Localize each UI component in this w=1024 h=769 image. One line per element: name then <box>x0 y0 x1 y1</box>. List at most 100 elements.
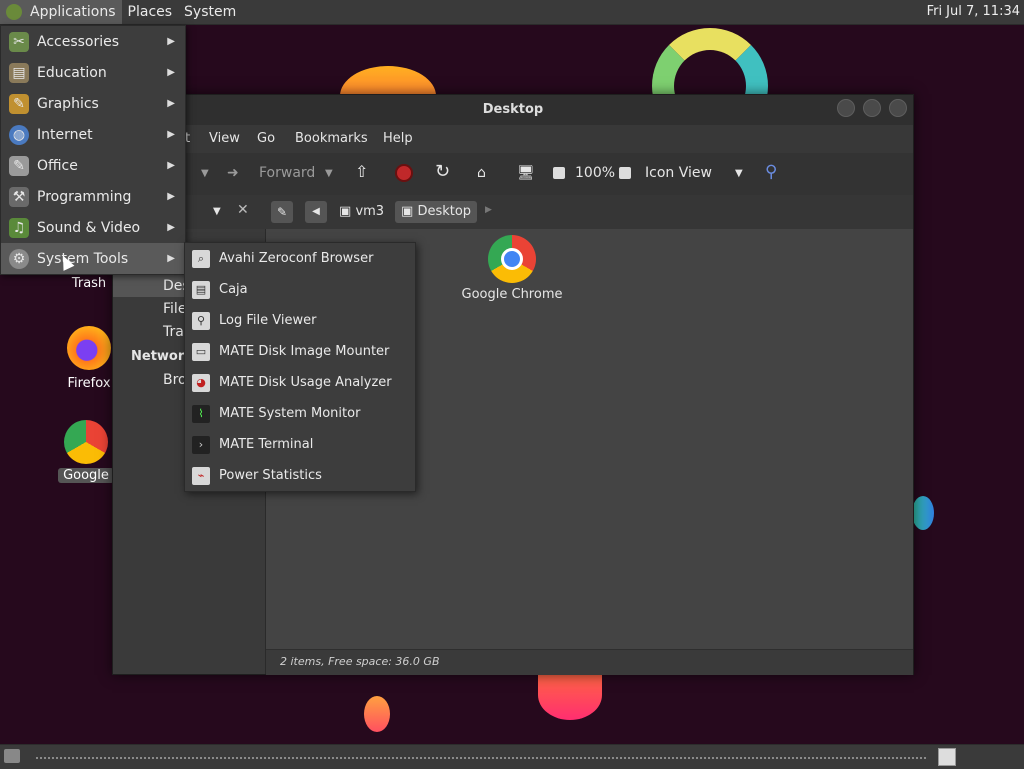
chrome-label: Google <box>58 468 114 483</box>
menu-bookmarks[interactable]: Bookmarks <box>295 131 368 146</box>
status-bar: 2 items, Free space: 36.0 GB <box>266 649 913 675</box>
submenu-item-disk-usage-analyzer[interactable]: ◕ MATE Disk Usage Analyzer <box>185 367 415 398</box>
submenu-item-disk-image-mounter[interactable]: ▭ MATE Disk Image Mounter <box>185 336 415 367</box>
breadcrumb-back-icon[interactable]: ◀ <box>305 201 327 223</box>
menu-item-office[interactable]: ✎ Office ▶ <box>1 150 185 181</box>
submenu-arrow-icon: ▶ <box>167 253 175 264</box>
log-viewer-label: Log File Viewer <box>219 313 317 328</box>
submenu-arrow-icon: ▶ <box>167 36 175 47</box>
file-item-google-chrome[interactable]: Google Chrome <box>452 235 572 302</box>
computer-icon[interactable]: 🖥 <box>517 165 535 181</box>
clock[interactable]: Fri Jul 7, 11:34 <box>927 0 1020 24</box>
avahi-label: Avahi Zeroconf Browser <box>219 251 374 266</box>
zoom-out-icon[interactable] <box>553 167 565 179</box>
graphics-label: Graphics <box>37 95 99 112</box>
system-tools-label: System Tools <box>37 250 129 267</box>
system-tools-submenu: ⌕ Avahi Zeroconf Browser ▤ Caja ⚲ Log Fi… <box>184 242 416 492</box>
terminal-label: MATE Terminal <box>219 437 314 452</box>
reload-icon[interactable]: ↻ <box>435 161 450 182</box>
location-bar: ▼ ✕ ✎ ◀ ▣ vm3 ▣ Desktop ▶ <box>113 195 913 229</box>
location-dropdown-icon[interactable]: ▼ <box>213 206 221 217</box>
menu-view[interactable]: View <box>209 131 240 146</box>
graphics-icon: ✎ <box>9 93 29 114</box>
menu-item-graphics[interactable]: ✎ Graphics ▶ <box>1 88 185 119</box>
trash-label: Trash <box>71 276 107 291</box>
submenu-item-terminal[interactable]: › MATE Terminal <box>185 429 415 460</box>
forward-button[interactable]: Forward <box>259 165 315 181</box>
breadcrumb-forward-icon[interactable]: ▶ <box>485 205 492 215</box>
menu-item-system-tools[interactable]: ⚙ System Tools ▶ <box>1 243 185 274</box>
show-desktop-icon[interactable] <box>4 749 20 763</box>
breadcrumb-vm3[interactable]: ▣ vm3 <box>333 201 390 223</box>
accessories-label: Accessories <box>37 33 120 50</box>
system-monitor-label: MATE System Monitor <box>219 406 361 421</box>
up-icon[interactable]: ⇧ <box>355 162 368 181</box>
caja-label: Caja <box>219 282 248 297</box>
stop-icon[interactable] <box>395 164 413 182</box>
office-label: Office <box>37 157 78 174</box>
places-menu-button[interactable]: Places <box>122 0 179 24</box>
menu-item-education[interactable]: ▤ Education ▶ <box>1 57 185 88</box>
submenu-item-power-statistics[interactable]: ⌁ Power Statistics <box>185 460 415 491</box>
menu-item-sound-video[interactable]: ♫ Sound & Video ▶ <box>1 212 185 243</box>
menu-go[interactable]: Go <box>257 131 275 146</box>
disk-image-icon: ▭ <box>192 342 210 361</box>
system-monitor-icon: ⌇ <box>192 404 210 423</box>
submenu-arrow-icon: ▶ <box>167 222 175 233</box>
menu-item-programming[interactable]: ⚒ Programming ▶ <box>1 181 185 212</box>
submenu-item-log-viewer[interactable]: ⚲ Log File Viewer <box>185 305 415 336</box>
home-icon[interactable]: ⌂ <box>477 165 486 181</box>
desktop-icon-firefox[interactable]: Firefox <box>60 326 118 391</box>
submenu-arrow-icon: ▶ <box>167 67 175 78</box>
desktop-folder-icon: ▣ <box>401 204 414 219</box>
zoom-in-icon[interactable] <box>619 167 631 179</box>
menu-item-internet[interactable]: ◍ Internet ▶ <box>1 119 185 150</box>
system-tools-icon: ⚙ <box>9 248 29 269</box>
bg-blue-blob <box>912 496 934 530</box>
minimize-button[interactable] <box>837 99 855 117</box>
sidebar-item-trash[interactable]: Tra <box>163 324 184 340</box>
power-statistics-icon: ⌁ <box>192 466 210 485</box>
close-button[interactable] <box>889 99 907 117</box>
sound-video-label: Sound & Video <box>37 219 141 236</box>
sound-video-icon: ♫ <box>9 217 29 238</box>
submenu-arrow-icon: ▶ <box>167 191 175 202</box>
close-location-icon[interactable]: ✕ <box>237 202 249 218</box>
applications-label: Applications <box>30 4 116 20</box>
submenu-item-caja[interactable]: ▤ Caja <box>185 274 415 305</box>
disk-usage-label: MATE Disk Usage Analyzer <box>219 375 392 390</box>
bg-pink-blob <box>538 670 602 720</box>
zoom-level[interactable]: 100% <box>575 165 615 181</box>
menu-item-accessories[interactable]: ✂ Accessories ▶ <box>1 26 185 57</box>
breadcrumb-desktop[interactable]: ▣ Desktop <box>395 201 478 223</box>
log-viewer-icon: ⚲ <box>192 311 210 330</box>
system-menu-button[interactable]: System <box>178 0 242 24</box>
taskbar[interactable] <box>36 757 926 759</box>
forward-arrow-icon[interactable]: ➜ <box>227 165 239 181</box>
maximize-button[interactable] <box>863 99 881 117</box>
view-mode-chevron-down-icon[interactable]: ▼ <box>735 168 743 179</box>
firefox-icon <box>67 326 111 370</box>
submenu-item-system-monitor[interactable]: ⌇ MATE System Monitor <box>185 398 415 429</box>
power-statistics-label: Power Statistics <box>219 468 322 483</box>
menu-help[interactable]: Help <box>383 131 413 146</box>
office-icon: ✎ <box>9 155 29 176</box>
bottom-panel <box>0 744 1024 769</box>
internet-icon: ◍ <box>9 124 29 145</box>
firefox-label: Firefox <box>67 376 111 391</box>
sidebar-item-filesystem[interactable]: File <box>163 301 186 317</box>
workspace-switcher[interactable] <box>938 748 956 766</box>
back-dropdown-arrow-icon[interactable]: ▼ <box>201 168 209 179</box>
desktop-icon-trash[interactable]: Trash <box>60 276 118 291</box>
window-titlebar[interactable]: Desktop <box>113 95 913 125</box>
view-mode-select[interactable]: Icon View <box>645 165 712 181</box>
terminal-icon: › <box>192 435 210 454</box>
search-icon[interactable]: ⚲ <box>765 162 777 182</box>
edit-location-icon[interactable]: ✎ <box>271 201 293 223</box>
avahi-icon: ⌕ <box>192 249 210 268</box>
submenu-item-avahi[interactable]: ⌕ Avahi Zeroconf Browser <box>185 243 415 274</box>
applications-menu-button[interactable]: Applications <box>0 0 122 24</box>
internet-label: Internet <box>37 126 93 143</box>
desktop-icon-chrome[interactable]: Google <box>58 420 114 483</box>
forward-dropdown-arrow-icon[interactable]: ▼ <box>325 168 333 179</box>
